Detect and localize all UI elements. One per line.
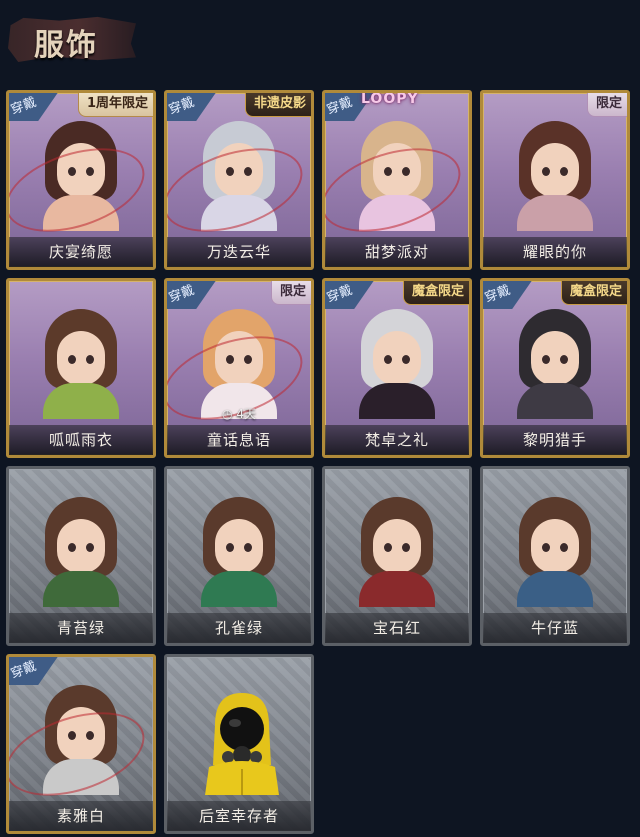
anniversary-tag: 1周年限定 bbox=[77, 93, 153, 117]
costume-name: 耀眼的你 bbox=[483, 237, 627, 267]
costume-card[interactable]: 限定 耀眼的你 bbox=[480, 90, 630, 270]
character-portrait bbox=[347, 309, 447, 419]
worn-tag: 穿戴 bbox=[9, 657, 59, 685]
costume-name: 青苔绿 bbox=[9, 613, 153, 643]
costume-name: 童话息语 bbox=[167, 425, 311, 455]
character-portrait bbox=[31, 497, 131, 607]
magic-box-tag: 魔盒限定 bbox=[402, 281, 469, 305]
costume-card[interactable]: 穿戴 1周年限定 庆宴绮愿 bbox=[6, 90, 156, 270]
costume-card[interactable]: 牛仔蓝 bbox=[480, 466, 630, 646]
costume-card[interactable]: 宝石红 bbox=[322, 466, 472, 646]
costume-card[interactable]: 穿戴 魔盒限定 梵卓之礼 bbox=[322, 278, 472, 458]
costume-name: 呱呱雨衣 bbox=[9, 425, 153, 455]
worn-tag: 穿戴 bbox=[483, 281, 533, 309]
costume-name: 孔雀绿 bbox=[167, 613, 311, 643]
character-portrait bbox=[505, 121, 605, 231]
worn-tag: 穿戴 bbox=[9, 93, 59, 121]
character-portrait bbox=[347, 497, 447, 607]
character-portrait bbox=[189, 497, 289, 607]
costume-name: 甜梦派对 bbox=[325, 237, 469, 267]
costume-card[interactable]: 孔雀绿 bbox=[164, 466, 314, 646]
character-portrait bbox=[31, 309, 131, 419]
costume-name: 宝石红 bbox=[325, 613, 469, 643]
costume-name: 牛仔蓝 bbox=[483, 613, 627, 643]
character-portrait bbox=[505, 497, 605, 607]
costume-card[interactable]: 呱呱雨衣 bbox=[6, 278, 156, 458]
costume-name: 素雅白 bbox=[9, 801, 153, 831]
loopy-logo: LOOPY bbox=[361, 91, 419, 107]
limited-tag: 限定 bbox=[270, 281, 311, 305]
costume-card[interactable]: 穿戴 素雅白 bbox=[6, 654, 156, 834]
timer-text: ◷ 4天 bbox=[222, 407, 256, 421]
magic-box-tag: 魔盒限定 bbox=[560, 281, 627, 305]
worn-tag: 穿戴 bbox=[325, 281, 375, 309]
costume-name: 庆宴绮愿 bbox=[9, 237, 153, 267]
limited-tag: 限定 bbox=[586, 93, 627, 117]
costume-name: 后室幸存者 bbox=[167, 801, 311, 831]
costume-name: 梵卓之礼 bbox=[325, 425, 469, 455]
costume-name: 黎明猎手 bbox=[483, 425, 627, 455]
costume-card[interactable]: 穿戴 非遗皮影 万迭云华 bbox=[164, 90, 314, 270]
worn-tag: 穿戴 bbox=[167, 281, 217, 309]
worn-tag: 穿戴 bbox=[167, 93, 217, 121]
costume-card[interactable]: 穿戴 LOOPY 甜梦派对 bbox=[322, 90, 472, 270]
hazmat-survivor-portrait bbox=[195, 685, 289, 795]
costume-card[interactable]: 穿戴 魔盒限定 黎明猎手 bbox=[480, 278, 630, 458]
costume-name: 万迭云华 bbox=[167, 237, 311, 267]
costume-card[interactable]: 后室幸存者 bbox=[164, 654, 314, 834]
costume-card[interactable]: 穿戴 限定 ◷ 4天 童话息语 bbox=[164, 278, 314, 458]
character-portrait bbox=[505, 309, 605, 419]
heritage-tag: 非遗皮影 bbox=[244, 93, 311, 117]
costume-card[interactable]: 青苔绿 bbox=[6, 466, 156, 646]
section-header: 服饰 bbox=[8, 10, 138, 70]
page-title: 服饰 bbox=[34, 28, 98, 63]
